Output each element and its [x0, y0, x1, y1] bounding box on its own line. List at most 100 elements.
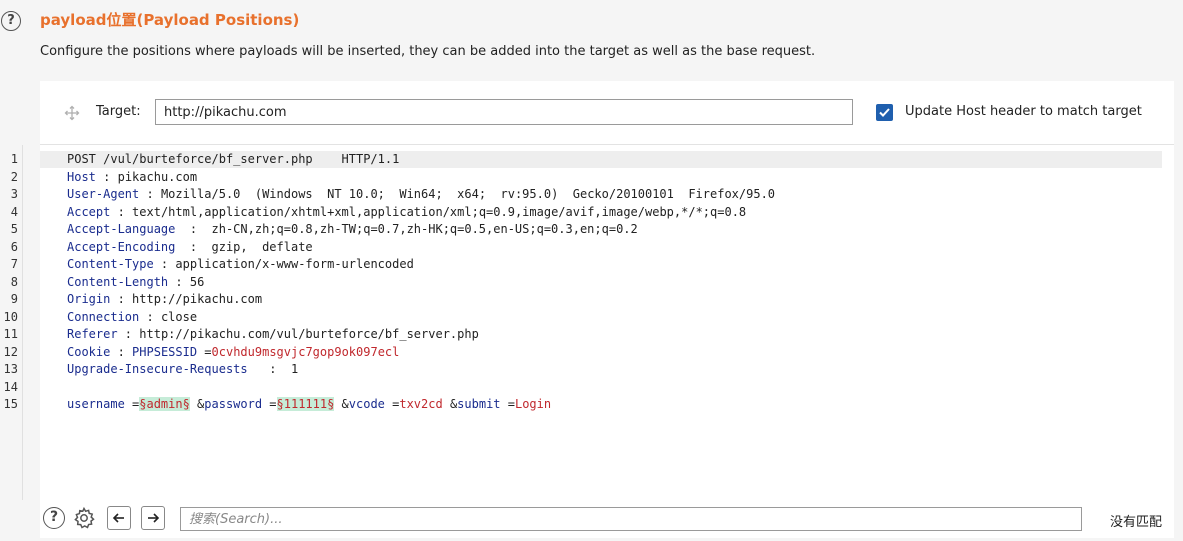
payload-marker[interactable]: §admin§ [139, 397, 190, 411]
help-icon[interactable]: ? [43, 507, 65, 529]
header-separator: : [110, 344, 133, 359]
line-number: 7 [10, 257, 18, 271]
param-name: submit [457, 397, 501, 411]
line-number: 8 [10, 274, 18, 289]
cookie-value: 0cvhdu9msgvjc7gop9ok097ecl [211, 344, 400, 359]
line-number: 4 [10, 204, 18, 219]
header-value: 56 [189, 274, 205, 289]
checkmark-icon [879, 108, 890, 117]
header-row: 8 Content-Length : 56 [11, 274, 1162, 291]
cookie-row: 12 Cookie : PHPSESSID =0cvhdu9msgvjc7gop9… [4, 344, 1162, 361]
header-row: 13 Upgrade-Insecure-Requests : 1 [4, 361, 1162, 378]
arrow-right-icon [148, 513, 160, 523]
request-line: POST /vul/burteforce/bf_server.php HTTP/… [67, 152, 400, 166]
header-value: text/html,application/xhtml+xml,applicat… [132, 204, 747, 219]
equals-sign: = [384, 397, 400, 411]
payload-marker[interactable]: §111111§ [276, 397, 335, 411]
equals-sign: = [197, 344, 212, 359]
match-status: 没有匹配 [1110, 515, 1163, 530]
header-name: Content-Type [67, 257, 154, 271]
settings-gear-icon[interactable] [72, 506, 96, 530]
header-name: Referer [67, 327, 118, 341]
line-number: 2 [10, 169, 18, 184]
equals-sign: = [500, 397, 515, 411]
header-value: pikachu.com [117, 169, 198, 184]
header-value: http://pikachu.com [132, 292, 263, 306]
header-value: http://pikachu.com/vul/burteforce/bf_ser… [139, 327, 479, 341]
target-label: Target: [96, 104, 141, 119]
header-name: Cookie [67, 344, 111, 359]
header-row: 10 Connection : close [4, 309, 1162, 326]
header-value: close [160, 309, 198, 324]
equals-sign: = [262, 397, 277, 411]
header-separator: : [110, 204, 133, 219]
param-name: password [204, 397, 263, 411]
header-separator: : [139, 309, 161, 324]
param-name: vcode [348, 397, 385, 411]
cookie-key: PHPSESSID [132, 344, 198, 359]
line-number: 3 [10, 187, 18, 201]
header-name: Accept [67, 204, 111, 219]
line-number: 9 [10, 292, 18, 306]
header-value: 1 [290, 362, 299, 376]
param-value: Login [514, 397, 552, 411]
header-name: Accept-Encoding [67, 239, 176, 254]
header-separator: : [168, 274, 190, 289]
header-separator: : [139, 187, 161, 201]
help-icon[interactable]: ? [1, 11, 21, 31]
header-row: 9 Origin : http://pikachu.com [11, 291, 1162, 308]
header-name: Connection [67, 309, 140, 324]
ampersand: & [189, 397, 205, 411]
header-separator: : [153, 257, 176, 271]
header-row: 11 Referer : http://pikachu.com/vul/burte… [4, 326, 1162, 343]
header-name: Origin [67, 292, 111, 306]
ampersand: & [442, 397, 458, 411]
header-row: 2 Host : pikachu.com [11, 169, 1162, 186]
line-number: 12 [3, 344, 18, 359]
header-separator: : [110, 292, 133, 306]
request-line-row: 1 POST /vul/burteforce/bf_server.php HTTP… [11, 151, 1162, 168]
header-separator: : [175, 222, 212, 236]
param-name: username [67, 397, 125, 411]
search-input[interactable] [180, 507, 1082, 531]
line-number: 14 [3, 379, 18, 394]
line-number: 10 [3, 309, 18, 324]
header-row: 5 Accept-Language : zh-CN,zh;q=0.8,zh-TW;… [11, 221, 1162, 238]
header-separator: : [247, 362, 291, 376]
header-row: 3 User-Agent : Mozilla/5.0 (Windows NT 10… [11, 186, 1162, 203]
ampersand: & [334, 397, 349, 411]
line-number: 6 [10, 239, 18, 254]
arrow-left-icon [112, 513, 124, 523]
section-title: payload位置(Payload Positions) [40, 11, 300, 29]
equals-sign: = [124, 397, 140, 411]
header-name: Content-Length [67, 274, 169, 289]
next-match-button[interactable] [141, 506, 165, 530]
header-value: Mozilla/5.0 (Windows NT 10.0; Win64; x64… [160, 187, 776, 201]
previous-match-button[interactable] [107, 506, 131, 530]
update-host-checkbox[interactable] [876, 104, 893, 121]
line-number: 5 [10, 222, 18, 236]
header-name: User-Agent [67, 187, 140, 201]
positions-panel: Target: Update Host header to match targ… [4, 81, 1174, 538]
header-row: 4 Accept : text/html,application/xhtml+xm… [11, 204, 1162, 221]
header-name: Upgrade-Insecure-Requests [67, 362, 248, 376]
param-value: txv2cd [399, 397, 443, 411]
header-name: Host [67, 169, 96, 184]
header-value: application/x-www-form-urlencoded [175, 257, 414, 271]
line-number: 1 [10, 152, 18, 166]
target-url-input[interactable] [155, 99, 853, 125]
header-row: 6 Accept-Encoding : gzip, deflate [11, 239, 1162, 256]
gutter-divider [22, 145, 23, 500]
blank-row: 14 [4, 379, 1162, 396]
line-number: 13 [3, 362, 18, 376]
header-separator: : [175, 239, 212, 254]
section-description: Configure the positions where payloads w… [40, 44, 816, 59]
line-number: 11 [3, 327, 18, 341]
line-number: 15 [3, 397, 18, 411]
update-host-label: Update Host header to match target [905, 104, 1142, 119]
request-editor[interactable]: 1 POST /vul/burteforce/bf_server.php HTTP… [4, 151, 1174, 501]
header-row: 7 Content-Type : application/x-www-form-u… [11, 256, 1162, 273]
header-separator: : [95, 169, 118, 184]
header-value: zh-CN,zh;q=0.8,zh-TW;q=0.7,zh-HK;q=0.5,e… [211, 222, 638, 236]
body-row: 15 username =§admin§ &password =§111111§ … [4, 396, 1162, 413]
